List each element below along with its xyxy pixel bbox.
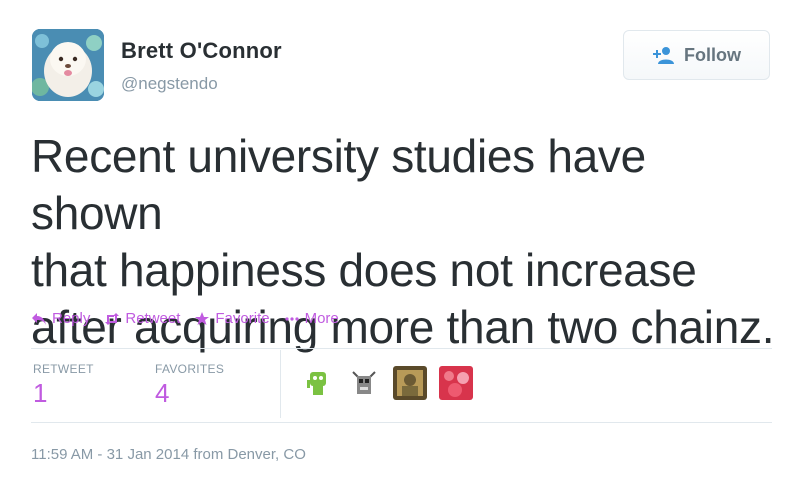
reply-button[interactable]: Reply: [31, 310, 90, 327]
favorites-stat[interactable]: FAVORITES 4: [155, 362, 224, 409]
retweet-icon: [105, 312, 120, 325]
favorite-button[interactable]: Favorite: [194, 310, 270, 327]
favorited-by-avatars: [301, 366, 473, 400]
author-name[interactable]: Brett O'Connor: [121, 38, 282, 64]
retweet-label: Retweet: [125, 310, 181, 327]
tweet-line: that happiness does not increase: [31, 244, 697, 296]
favorites-count: 4: [155, 378, 170, 408]
tweet-actions: Reply Retweet Favorite More: [31, 310, 339, 327]
author-avatar[interactable]: [32, 29, 104, 101]
tweet-card: Brett O'Connor @negstendo Follow Recent …: [0, 0, 790, 489]
divider: [31, 348, 772, 349]
author-handle[interactable]: @negstendo: [121, 74, 218, 94]
reply-label: Reply: [52, 310, 91, 327]
favorites-stat-label: FAVORITES: [155, 362, 225, 376]
divider: [31, 422, 772, 423]
more-dots-icon: [284, 316, 299, 321]
retweet-count: 1: [33, 378, 48, 408]
retweet-button[interactable]: Retweet: [104, 310, 180, 327]
star-icon: [195, 311, 210, 325]
more-button[interactable]: More: [284, 310, 339, 327]
user-avatar[interactable]: [347, 366, 381, 400]
stats-divider: [280, 350, 281, 418]
user-avatar[interactable]: [301, 366, 335, 400]
favorite-label: Favorite: [215, 310, 270, 327]
more-label: More: [304, 310, 339, 327]
tweet-timestamp[interactable]: 11:59 AM - 31 Jan 2014 from Denver, CO: [31, 446, 306, 463]
user-avatar[interactable]: [439, 366, 473, 400]
retweet-stat[interactable]: RETWEET 1: [33, 362, 94, 409]
reply-icon: [32, 312, 46, 325]
follow-button[interactable]: Follow: [623, 30, 770, 80]
add-user-icon: [652, 45, 674, 65]
tweet-line: Recent university studies have shown: [31, 130, 646, 239]
follow-label: Follow: [684, 44, 741, 65]
retweet-stat-label: RETWEET: [33, 362, 94, 376]
user-avatar[interactable]: [393, 366, 427, 400]
